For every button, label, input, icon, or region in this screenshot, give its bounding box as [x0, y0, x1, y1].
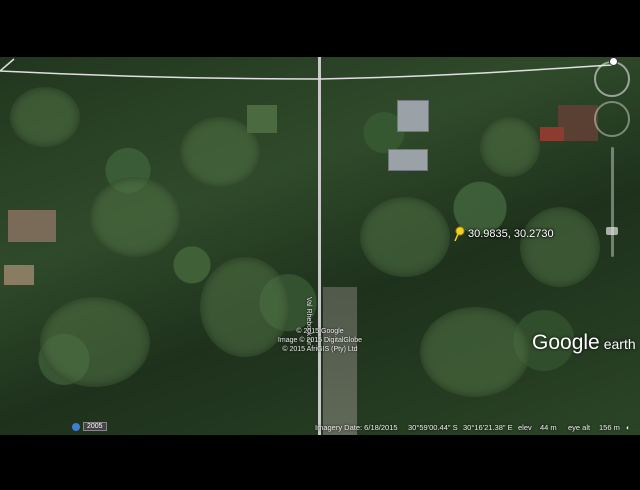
move-control[interactable]: [594, 101, 630, 137]
brand-suffix: earth: [603, 336, 636, 352]
zoom-slider-thumb[interactable]: [606, 227, 618, 235]
brand-name: Google: [532, 331, 600, 354]
pushpin-icon: [454, 226, 465, 242]
road-line-top: [0, 58, 613, 80]
zoom-slider[interactable]: [611, 147, 614, 257]
road-line: [318, 57, 321, 435]
rooftop: [388, 149, 428, 171]
attribution-line: © 2015 AfriGIS (Pty) Ltd: [282, 346, 358, 353]
elevation-label: elev: [518, 423, 532, 432]
rooftop: [4, 265, 34, 285]
tree-canopy: [480, 117, 540, 177]
status-indicator-icon: ◐: [626, 423, 631, 432]
eye-alt-label: eye alt: [568, 423, 591, 432]
tree-canopy: [10, 87, 80, 147]
rooftop: [397, 100, 429, 132]
tree-canopy: [360, 197, 450, 277]
rooftop: [540, 127, 564, 141]
tree-canopy: [520, 207, 600, 287]
status-bar: Imagery Date: 6/18/2015 30°59'00.44" S 3…: [0, 420, 640, 435]
attribution-line: Image © 2015 DigitalGlobe: [277, 337, 363, 344]
elevation-value: 44 m: [540, 423, 557, 432]
eye-alt-value: 156 m: [599, 423, 620, 432]
north-indicator-icon[interactable]: [609, 57, 618, 66]
google-earth-logo: Google earth: [532, 331, 636, 355]
placemark[interactable]: 30.9835, 30.2730: [453, 226, 554, 242]
look-control[interactable]: [594, 61, 630, 97]
dirt-track: [323, 287, 357, 435]
longitude: 30°16'21.38" E: [463, 423, 513, 432]
attribution: © 2015 Google Image © 2015 DigitalGlobe …: [270, 327, 370, 354]
rooftop: [8, 210, 56, 242]
rooftop: [247, 105, 277, 133]
tree-canopy: [40, 297, 150, 387]
placemark-label: 30.9835, 30.2730: [468, 228, 554, 240]
attribution-line: © 2015 Google: [296, 328, 344, 335]
imagery-date: Imagery Date: 6/18/2015: [315, 423, 398, 432]
tree-canopy: [90, 177, 180, 257]
tree-canopy: [420, 307, 530, 397]
map-viewport[interactable]: Val Rhebock Dr: [0, 57, 640, 435]
navigation-controls: [592, 57, 636, 257]
latitude: 30°59'00.44" S: [408, 423, 458, 432]
